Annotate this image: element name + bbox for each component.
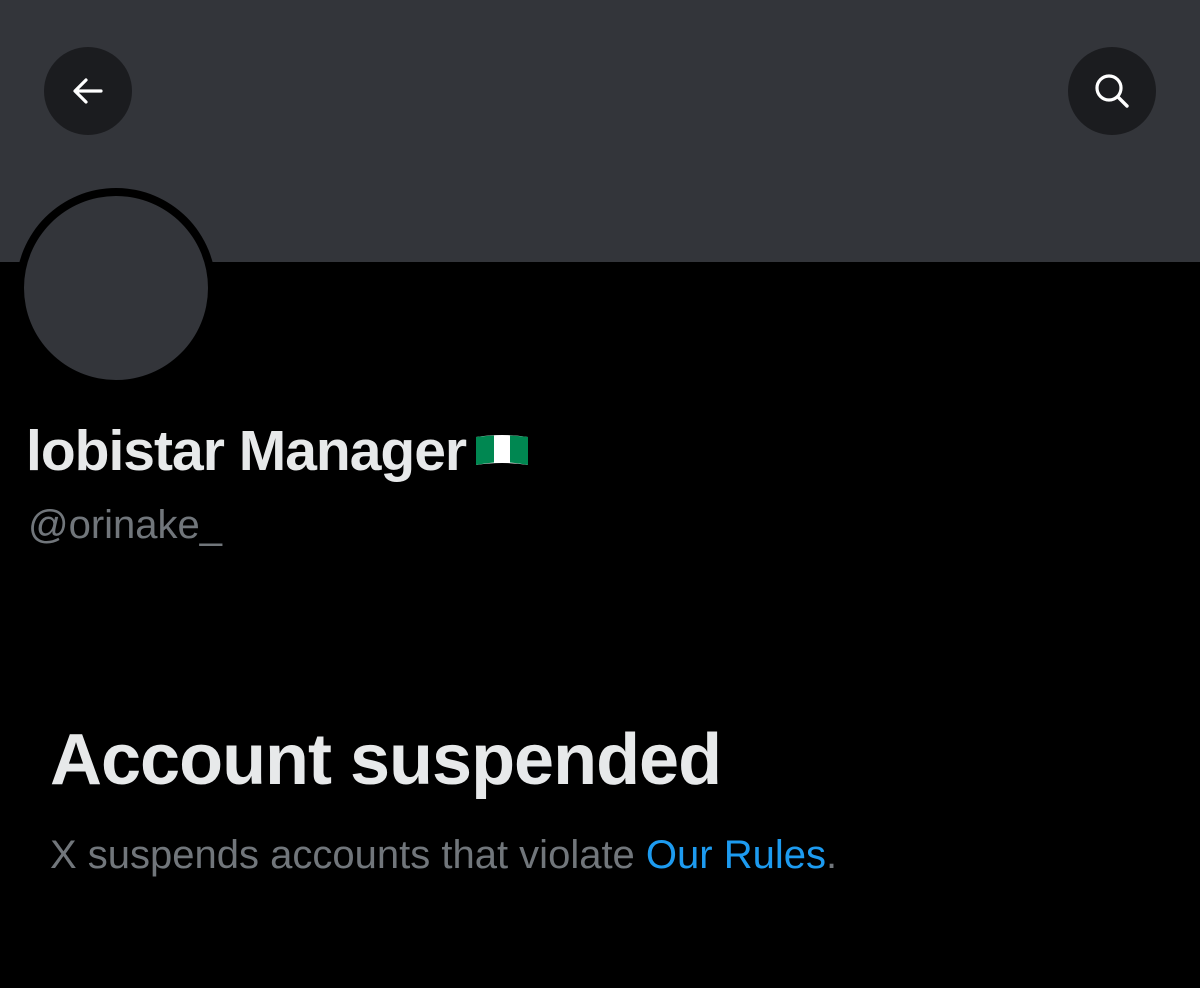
display-name-row: lobistar Manager bbox=[26, 418, 532, 484]
suspension-title: Account suspended bbox=[50, 720, 722, 800]
display-name: lobistar Manager bbox=[26, 419, 467, 483]
search-button[interactable] bbox=[1068, 47, 1156, 135]
profile-page: lobistar Manager @orinake_ Account suspe… bbox=[0, 0, 1200, 988]
search-icon bbox=[1095, 74, 1129, 108]
user-handle: @orinake_ bbox=[28, 503, 223, 547]
suspension-description-text: X suspends accounts that violate bbox=[50, 833, 646, 877]
our-rules-link[interactable]: Our Rules bbox=[646, 833, 826, 877]
arrow-left-icon bbox=[73, 78, 103, 104]
avatar[interactable] bbox=[24, 196, 208, 380]
back-button[interactable] bbox=[44, 47, 132, 135]
nigeria-flag-icon bbox=[472, 431, 532, 476]
suspension-description: X suspends accounts that violate Our Rul… bbox=[50, 830, 837, 880]
suspension-description-period: . bbox=[825, 833, 838, 877]
